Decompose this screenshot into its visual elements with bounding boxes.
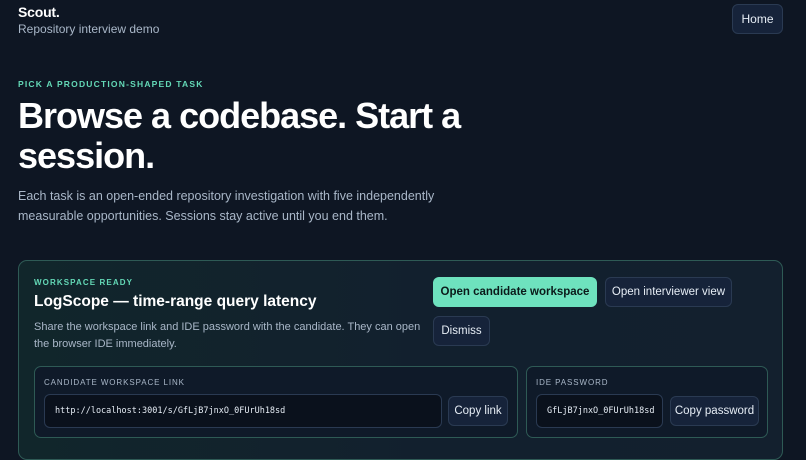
app-header: Scout. Repository interview demo: [18, 4, 159, 36]
task-title: LogScope — time-range query latency: [34, 293, 317, 310]
brand-subtitle: Repository interview demo: [18, 22, 160, 36]
hero-eyebrow: PICK A PRODUCTION-SHAPED TASK: [18, 79, 204, 89]
workspace-ready-card: WORKSPACE READY LogScope — time-range qu…: [18, 260, 783, 460]
copy-link-button[interactable]: Copy link: [448, 396, 508, 426]
ide-password-label: IDE PASSWORD: [536, 378, 609, 387]
home-button[interactable]: Home: [732, 4, 783, 34]
hero-description: Each task is an open-ended repository in…: [18, 189, 435, 223]
candidate-link-panel: CANDIDATE WORKSPACE LINK http://localhos…: [34, 366, 518, 438]
ide-password-panel: IDE PASSWORD GfLjB7jnxO_0FUrUh18sd Copy …: [526, 366, 768, 438]
page-title: Browse a codebase. Start a session.: [18, 95, 461, 176]
candidate-link-field[interactable]: http://localhost:3001/s/GfLjB7jnxO_0FUrU…: [44, 394, 442, 428]
open-candidate-workspace-button[interactable]: Open candidate workspace: [433, 277, 597, 307]
ide-password-field[interactable]: GfLjB7jnxO_0FUrUh18sd: [536, 394, 663, 428]
copy-password-button[interactable]: Copy password: [670, 396, 759, 426]
workspace-status: WORKSPACE READY: [34, 278, 134, 287]
task-description: Share the workspace link and IDE passwor…: [34, 321, 421, 350]
candidate-link-label: CANDIDATE WORKSPACE LINK: [44, 378, 185, 387]
brand-logo[interactable]: Scout.: [18, 4, 159, 20]
dismiss-button[interactable]: Dismiss: [433, 316, 490, 346]
open-interviewer-view-button[interactable]: Open interviewer view: [605, 277, 732, 307]
